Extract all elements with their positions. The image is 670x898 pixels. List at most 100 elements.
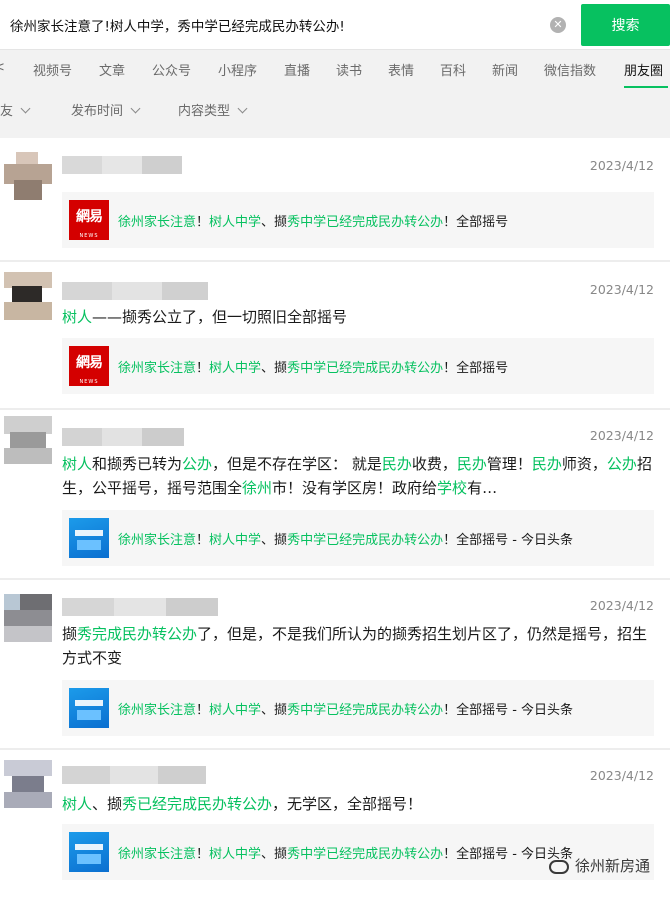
text-segment: ！: [196, 533, 210, 548]
text-segment: 、撷: [261, 847, 288, 862]
tab-official-accounts[interactable]: 公众号: [152, 60, 191, 79]
highlight-text: 树人中学: [209, 533, 262, 548]
highlight-text: 徐州家长注意: [118, 361, 197, 376]
highlight-text: 秀中学已经完成民办转公办: [287, 361, 444, 376]
post-date: 2023/4/12: [589, 282, 654, 297]
post-date: 2023/4/12: [589, 428, 654, 443]
highlight-text: 秀中学已经完成民办转公办: [287, 847, 444, 862]
search-input[interactable]: [0, 6, 578, 44]
toutiao-thumb-icon: [69, 688, 109, 728]
text-segment: ！全部摇号 - 今日头条: [443, 533, 574, 548]
tab-wechat-index[interactable]: 微信指数: [544, 60, 596, 79]
tab-news[interactable]: 新闻: [492, 60, 518, 79]
list-item[interactable]: 2023/4/12 網易 NEWS 徐州家长注意！树人中学、撷秀中学已经完成民办转…: [0, 138, 670, 260]
post-date: 2023/4/12: [589, 598, 654, 613]
highlight-text: 树人: [62, 308, 93, 326]
filter-content-type[interactable]: 内容类型: [178, 100, 248, 119]
chevron-down-icon: [130, 103, 141, 114]
link-card[interactable]: 徐州家长注意！树人中学、撷秀中学已经完成民办转公办！全部摇号 - 今日头条: [62, 680, 654, 736]
text-segment: 、撷: [261, 703, 288, 718]
text-segment: 有…: [467, 479, 498, 497]
highlight-text: 徐州家长注意: [118, 703, 197, 718]
avatar[interactable]: [4, 760, 52, 808]
wechat-official-account-icon: [548, 859, 569, 874]
highlight-text: 公办: [606, 455, 637, 473]
text-segment: ！: [196, 361, 210, 376]
text-segment: ，但是不存在学区： 就是: [212, 455, 382, 473]
link-card[interactable]: 徐州家长注意！树人中学、撷秀中学已经完成民办转公办！全部摇号 - 今日头条: [62, 510, 654, 566]
card-title: 徐州家长注意！树人中学、撷秀中学已经完成民办转公办！全部摇号: [118, 211, 508, 230]
close-circle-icon[interactable]: ✕: [550, 17, 566, 33]
toutiao-thumb-icon: [69, 832, 109, 872]
link-card[interactable]: 網易 NEWS 徐州家长注意！树人中学、撷秀中学已经完成民办转公办！全部摇号: [62, 338, 654, 394]
card-title: 徐州家长注意！树人中学、撷秀中学已经完成民办转公办！全部摇号: [118, 357, 508, 376]
chevron-down-icon: [20, 103, 31, 114]
text-segment: 、撷: [261, 215, 288, 230]
toutiao-thumb-icon: [69, 518, 109, 558]
highlight-text: 秀中学已经完成民办转公办: [287, 533, 444, 548]
text-segment: 和撷秀已转为: [92, 455, 183, 473]
tab-articles[interactable]: 文章: [99, 60, 125, 79]
highlight-text: 徐州: [242, 479, 273, 497]
text-segment: 收费，: [411, 455, 457, 473]
text-segment: 、撷: [261, 361, 288, 376]
link-card[interactable]: 網易 NEWS 徐州家长注意！树人中学、撷秀中学已经完成民办转公办！全部摇号: [62, 192, 654, 248]
list-item[interactable]: 2023/4/12 撷秀完成民办转公办了，但是，不是我们所认为的撷秀招生划片区了…: [0, 580, 670, 748]
text-segment: 撷: [62, 625, 78, 643]
text-segment: ！: [196, 215, 210, 230]
post-date: 2023/4/12: [589, 158, 654, 173]
list-item[interactable]: 2023/4/12 树人——撷秀公立了，但一切照旧全部摇号 網易 NEWS 徐州家…: [0, 262, 670, 408]
highlight-text: 学校: [437, 479, 468, 497]
avatar[interactable]: [4, 416, 52, 464]
search-button[interactable]: 搜索: [581, 4, 670, 46]
tab-encyclopedia[interactable]: 百科: [440, 60, 466, 79]
tab-books[interactable]: 读书: [336, 60, 362, 79]
watermark: 徐州新房通: [548, 855, 650, 876]
highlight-text: 徐州家长注意: [118, 215, 197, 230]
tab-partial: <: [0, 60, 5, 75]
highlight-text: 树人中学: [209, 215, 262, 230]
text-segment: 、撷: [261, 533, 288, 548]
tab-stickers[interactable]: 表情: [388, 60, 414, 79]
chevron-down-icon: [237, 103, 248, 114]
text-segment: 、撷: [92, 795, 123, 813]
post-text: 树人、撷秀已经完成民办转公办，无学区，全部摇号！: [62, 792, 652, 816]
card-title: 徐州家长注意！树人中学、撷秀中学已经完成民办转公办！全部摇号 - 今日头条: [118, 699, 573, 718]
tab-moments[interactable]: 朋友圈: [624, 60, 663, 79]
tab-mini-programs[interactable]: 小程序: [218, 60, 257, 79]
avatar[interactable]: [4, 594, 52, 642]
search-bar: ✕ 搜索: [0, 0, 670, 50]
highlight-text: 徐州家长注意: [118, 533, 197, 548]
text-segment: ，无学区，全部摇号！: [272, 795, 423, 813]
highlight-text: 秀完成民办转公办: [77, 625, 198, 643]
card-title: 徐州家长注意！树人中学、撷秀中学已经完成民办转公办！全部摇号 - 今日头条: [118, 843, 573, 862]
netease-news-icon: 網易 NEWS: [69, 200, 109, 240]
text-segment: ！: [196, 703, 210, 718]
highlight-text: 民办: [531, 455, 562, 473]
filter-bar: 朋友 发布时间 内容类型: [0, 90, 670, 138]
avatar[interactable]: [4, 272, 52, 320]
avatar[interactable]: [4, 152, 52, 200]
card-title: 徐州家长注意！树人中学、撷秀中学已经完成民办转公办！全部摇号 - 今日头条: [118, 529, 573, 548]
active-tab-indicator: [624, 86, 668, 88]
highlight-text: 树人中学: [209, 361, 262, 376]
tab-channels[interactable]: 视频号: [33, 60, 72, 79]
text-segment: ！: [196, 847, 210, 862]
text-segment: ！全部摇号: [443, 215, 509, 230]
highlight-text: 民办: [456, 455, 487, 473]
post-date: 2023/4/12: [589, 768, 654, 783]
highlight-text: 徐州家长注意: [118, 847, 197, 862]
highlight-text: 秀中学已经完成民办转公办: [287, 703, 444, 718]
text-segment: 管理！: [486, 455, 532, 473]
highlight-text: 树人中学: [209, 703, 262, 718]
filter-publish-time[interactable]: 发布时间: [71, 100, 141, 119]
post-text: 树人和撷秀已转为公办，但是不存在学区： 就是民办收费，民办管理！民办师资，公办招…: [62, 452, 652, 500]
highlight-text: 秀已经完成民办转公办: [122, 795, 273, 813]
highlight-text: 树人: [62, 795, 93, 813]
moments-feed: 2023/4/12 網易 NEWS 徐州家长注意！树人中学、撷秀中学已经完成民办转…: [0, 138, 670, 898]
tab-live[interactable]: 直播: [284, 60, 310, 79]
text-segment: 师资，: [561, 455, 607, 473]
list-item[interactable]: 2023/4/12 树人和撷秀已转为公办，但是不存在学区： 就是民办收费，民办管…: [0, 410, 670, 578]
text-segment: ——撷秀公立了，但一切照旧全部摇号: [92, 308, 348, 326]
filter-friends[interactable]: 朋友: [0, 100, 31, 119]
